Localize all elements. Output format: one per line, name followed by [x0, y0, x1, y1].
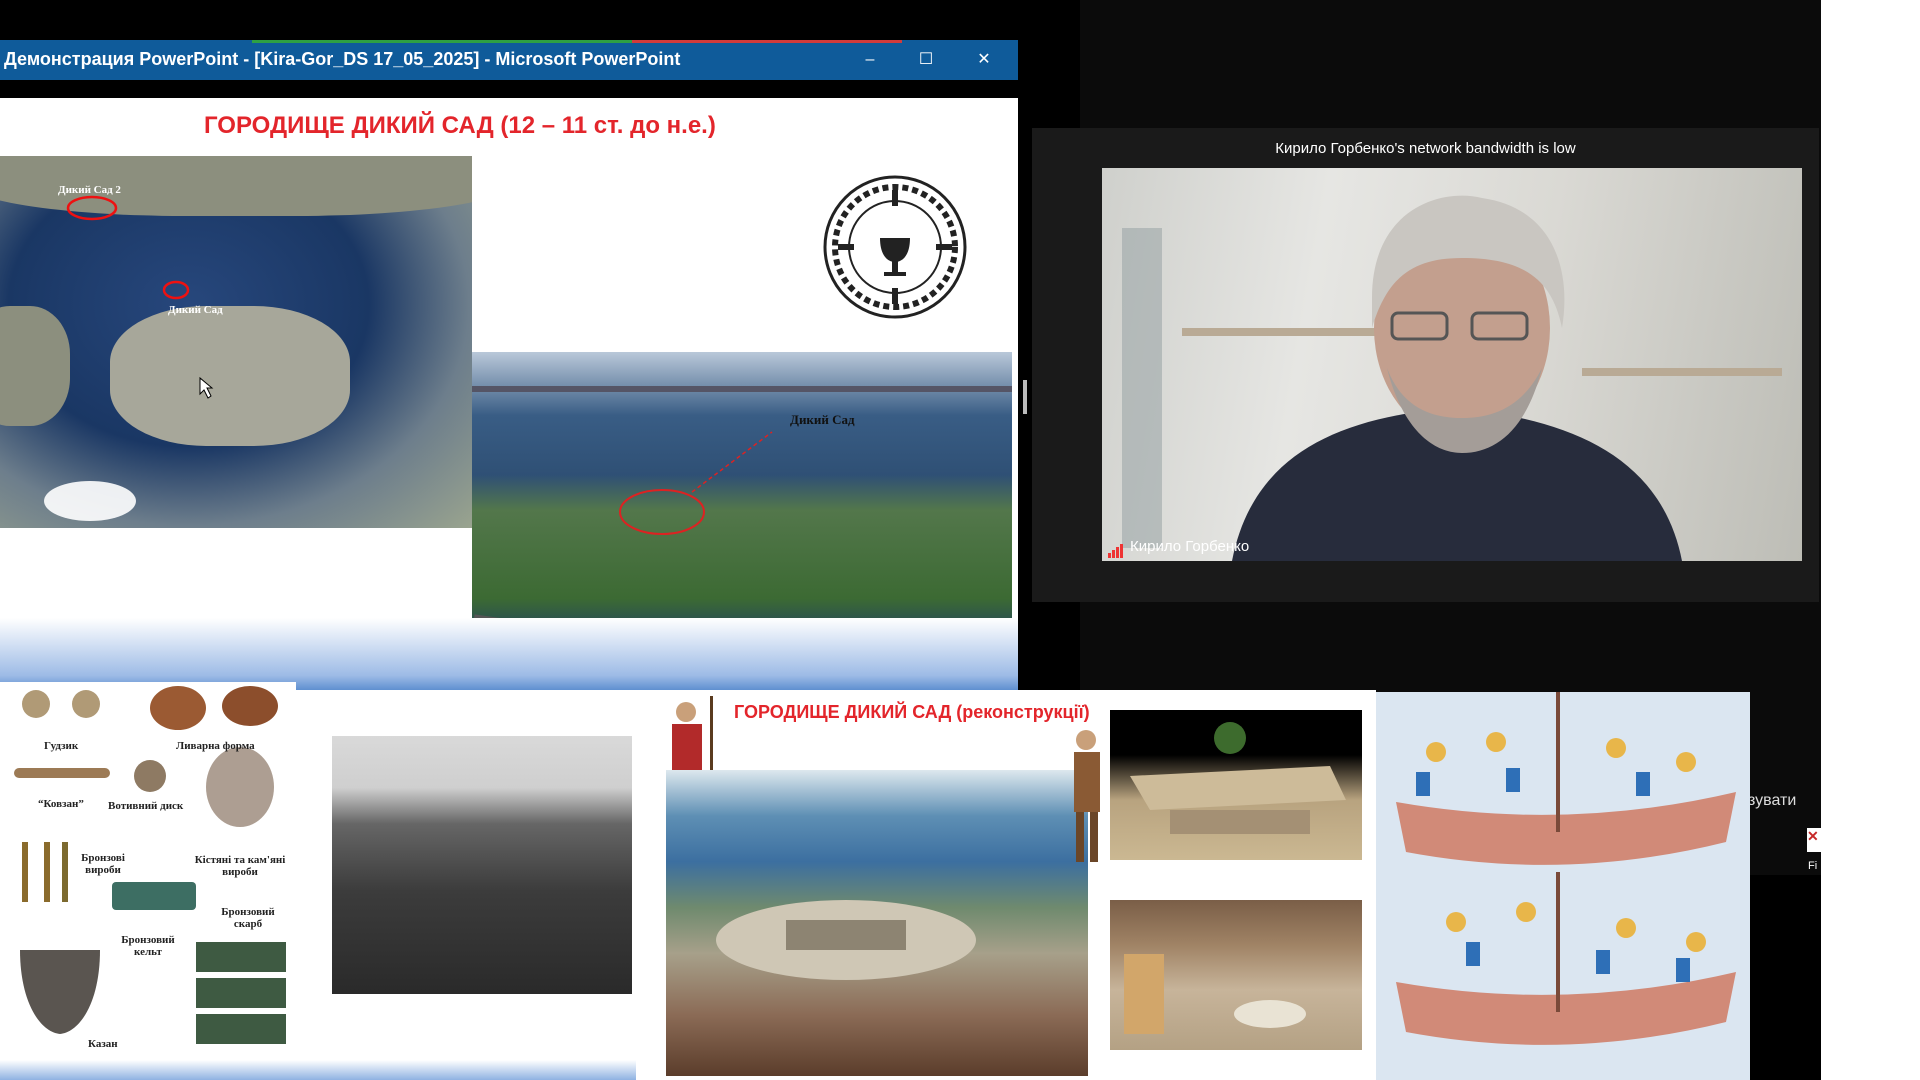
- zoom-partial-label: Fi: [1808, 860, 1818, 872]
- artifact-label-mould: Ливарна форма: [176, 740, 255, 752]
- artifact-label-gudzyk: Гудзик: [44, 740, 79, 752]
- titlebar-accent-red: [632, 40, 902, 43]
- sea-peoples-relief: [1376, 692, 1750, 1080]
- cloud-shape: [44, 481, 136, 521]
- network-signal-icon: [1108, 544, 1123, 558]
- mouse-cursor-icon: [199, 376, 214, 399]
- bridge-site-label: Дикий Сад: [790, 412, 855, 427]
- seal-logo: [822, 174, 968, 320]
- slide-footer-gradient: [0, 618, 1018, 690]
- historic-photo: [332, 736, 632, 994]
- slide-title: ГОРОДИЩЕ ДИКИЙ САД (12 – 11 ст. до н.е.): [204, 112, 716, 139]
- historic-photo-footer: [296, 1060, 636, 1080]
- dwelling-interior-shapes: [1124, 954, 1306, 1034]
- site-label: Дикий Сад: [168, 304, 223, 316]
- artifact-label-bronze-hoard: Бронзовий скарб: [221, 906, 275, 930]
- artifact-label-bone-stone: Кістяні та кам'яні вироби: [194, 854, 286, 878]
- powerpoint-titlebar[interactable]: Демонстрация PowerPoint - [Kira-Gor_DS 1…: [0, 40, 1018, 80]
- historic-photo-slide: [296, 690, 636, 1080]
- dwelling-interior-photo: [1110, 900, 1362, 1050]
- zoom-partial-button[interactable]: зувати: [1748, 792, 1796, 810]
- speaker-silhouette: [1122, 195, 1782, 561]
- artifact-label-votive-disk: Вотивний диск: [108, 800, 184, 812]
- site-ellipse: [619, 489, 705, 535]
- dwelling-model-shapes: [1130, 722, 1346, 834]
- reconstruction-title: ГОРОДИЩЕ ДИКИЙ САД (реконструкції): [734, 702, 1090, 722]
- site2-label: Дикий Сад 2: [58, 184, 121, 196]
- minimize-button[interactable]: –: [852, 46, 888, 74]
- aerial-photo: Дикий Сад 2 Дикий Сад: [0, 156, 472, 528]
- artifact-label-bronze-celt: Бронзовий кельт: [121, 934, 175, 958]
- reconstruction-painting: [666, 770, 1088, 1076]
- artifact-label-bronze-items: Бронзові вироби: [81, 852, 125, 876]
- artifacts-footer-gradient: [0, 1060, 296, 1080]
- maximize-button[interactable]: ☐: [908, 46, 944, 74]
- speaker-video-panel[interactable]: Кирило Горбенко's network bandwidth is l…: [1032, 128, 1819, 602]
- close-button[interactable]: ✕: [966, 46, 1002, 74]
- artifacts-slide: Гудзик Ливарна форма “Ковзан” Вотивний д…: [0, 682, 296, 1080]
- speaker-video[interactable]: Кирило Горбенко: [1102, 168, 1802, 561]
- reconstruction-slide: ГОРОДИЩЕ ДИКИЙ САД (реконструкції): [636, 690, 1376, 1080]
- right-edge-strip: [1821, 0, 1920, 1080]
- speaker-name-label: Кирило Горбенко: [1130, 538, 1250, 555]
- warrior-figure-right: [1074, 730, 1100, 862]
- titlebar-gap: [0, 80, 1018, 98]
- close-icon[interactable]: ✕: [1807, 828, 1821, 852]
- network-bandwidth-notice: Кирило Горбенко's network bandwidth is l…: [1275, 140, 1576, 157]
- site2-marker: [66, 195, 118, 221]
- powerpoint-window: Демонстрация PowerPoint - [Kira-Gor_DS 1…: [0, 40, 1018, 704]
- titlebar-accent-green: [252, 40, 632, 43]
- slide-main[interactable]: ГОРОДИЩЕ ДИКИЙ САД (12 – 11 ст. до н.е.)…: [0, 98, 1018, 704]
- far-bridge: [472, 386, 1012, 392]
- artifact-label-kovzan: “Ковзан”: [38, 798, 84, 810]
- pointer-line: [691, 431, 773, 493]
- window-title: Демонстрация PowerPoint - [Kira-Gor_DS 1…: [4, 49, 681, 69]
- panel-resize-handle[interactable]: [1023, 380, 1027, 414]
- site-marker: [162, 280, 190, 300]
- relief-drawing: [1376, 692, 1750, 1080]
- reconstruction-painting-shapes: [716, 900, 976, 980]
- dwelling-model-photo: [1110, 710, 1362, 860]
- aerial-markers: [44, 195, 214, 521]
- artifact-label-cauldron: Казан: [88, 1038, 118, 1050]
